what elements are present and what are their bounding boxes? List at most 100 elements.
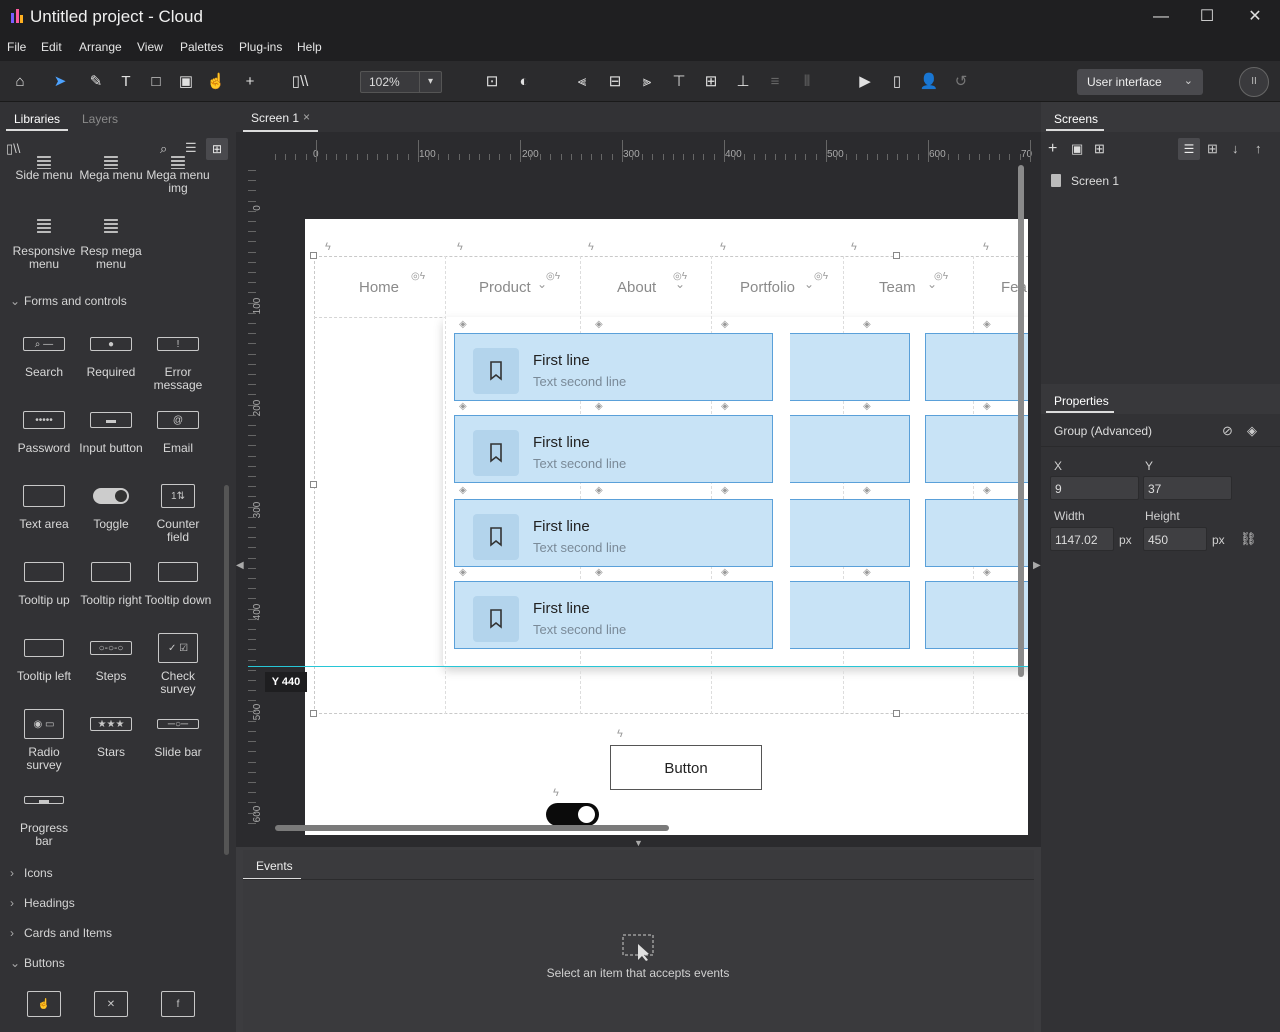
menu-file[interactable]: File <box>7 40 26 54</box>
tab-screen-1[interactable]: Screen 1 × <box>243 102 318 132</box>
add-folder-icon[interactable]: ⊞ <box>1094 141 1105 157</box>
avatar[interactable]: II <box>1239 67 1269 97</box>
list-item-column-3[interactable] <box>925 499 1028 567</box>
library-item[interactable]: ● Required <box>77 326 145 379</box>
home-icon[interactable]: ⌂ <box>8 70 32 94</box>
nav-about[interactable]: About <box>617 279 656 296</box>
align-center-icon[interactable]: ⊟ <box>603 70 627 94</box>
library-item[interactable]: Tooltip right <box>77 554 145 607</box>
height-field[interactable]: 450 <box>1143 527 1207 551</box>
rectangle-tool-icon[interactable]: □ <box>144 70 168 94</box>
menu-help[interactable]: Help <box>297 40 322 54</box>
list-item-column-2[interactable] <box>789 581 910 649</box>
section-buttons[interactable]: ⌄ Buttons <box>10 956 65 970</box>
mask-icon[interactable]: ◐ <box>512 70 536 94</box>
width-field[interactable]: 1147.02 <box>1050 527 1114 551</box>
library-item[interactable]: ••••• Password <box>10 402 78 455</box>
nav-team[interactable]: Team <box>879 279 916 296</box>
list-item[interactable]: First line Text second line <box>454 499 773 567</box>
library-item[interactable]: ◉ ▭ Radio survey <box>10 706 78 772</box>
align-middle-icon[interactable]: ⊞ <box>699 70 723 94</box>
list-view-icon[interactable]: ☰ <box>1178 138 1200 160</box>
close-button[interactable]: ✕ <box>1235 4 1275 29</box>
menu-view[interactable]: View <box>137 40 163 54</box>
library-item[interactable]: Toggle <box>77 478 145 531</box>
list-item-column-3[interactable] <box>925 333 1028 401</box>
image-tool-icon[interactable]: ▣ <box>174 70 198 94</box>
left-scrollbar[interactable] <box>224 485 229 855</box>
move-down-icon[interactable]: ↓ <box>1232 141 1239 156</box>
nav-product[interactable]: Product <box>479 279 531 296</box>
section-headings[interactable]: › Headings <box>10 896 75 910</box>
mode-select[interactable]: User interface ⌄ <box>1077 69 1203 95</box>
library-item[interactable]: ─○─ Slide bar <box>144 706 212 759</box>
list-item-column-3[interactable] <box>925 581 1028 649</box>
list-item[interactable]: First line Text second line <box>454 415 773 483</box>
pointer-tool-icon[interactable]: ➤ <box>48 70 72 94</box>
tab-events[interactable]: Events <box>243 852 301 880</box>
selection-handle[interactable] <box>310 252 317 259</box>
library-item[interactable]: ▬ Progress bar <box>10 782 78 848</box>
tab-layers[interactable]: Layers <box>82 112 118 126</box>
library-item[interactable]: Tooltip down <box>144 554 212 607</box>
selection-handle[interactable] <box>310 481 317 488</box>
artboard[interactable]: Button ϟ ϟ Home Product ⌄ About ⌄ Portfolio ⌄ T… <box>305 219 1028 835</box>
add-icon[interactable]: + <box>238 70 262 94</box>
collapse-events-icon[interactable]: ▼ <box>634 838 643 848</box>
visibility-off-icon[interactable]: ⊘ <box>1222 423 1233 439</box>
add-image-screen-icon[interactable]: ▣ <box>1071 141 1083 157</box>
library-item[interactable]: ★★★ Stars <box>77 706 145 759</box>
section-icons[interactable]: › Icons <box>10 866 53 880</box>
add-screen-icon[interactable]: + <box>1048 140 1057 158</box>
library-item[interactable]: ✕ <box>77 986 145 1032</box>
layers-icon[interactable]: ◈ <box>1247 423 1257 439</box>
tab-screens[interactable]: Screens <box>1054 112 1098 126</box>
menu-arrange[interactable]: Arrange <box>79 40 122 54</box>
list-item-column-2[interactable] <box>789 499 910 567</box>
hotspot-tool-icon[interactable]: ☝ <box>204 70 228 94</box>
library-item[interactable]: Tooltip left <box>10 630 78 683</box>
library-item[interactable]: Text area <box>10 478 78 531</box>
library-item[interactable]: ☝ <box>10 986 78 1032</box>
library-item[interactable]: ≣ Mega menu img <box>144 155 212 195</box>
selection-handle[interactable] <box>310 710 317 717</box>
mobile-preview-icon[interactable]: ▯ <box>885 70 909 94</box>
library-item[interactable]: Tooltip up <box>10 554 78 607</box>
library-item[interactable]: ≣ Side menu <box>10 155 78 182</box>
list-item[interactable]: First line Text second line <box>454 581 773 649</box>
list-item-column-3[interactable] <box>925 415 1028 483</box>
library-item[interactable]: ≣ Resp mega menu <box>77 205 145 271</box>
close-icon[interactable]: × <box>303 110 310 124</box>
grid-view-icon[interactable]: ⊞ <box>1207 141 1218 157</box>
library-item[interactable]: ✓ ☑ Check survey <box>144 630 212 696</box>
link-proportions-icon[interactable]: ⛓ <box>1240 531 1257 547</box>
move-up-icon[interactable]: ↑ <box>1255 141 1262 156</box>
list-item[interactable]: First line Text second line <box>454 333 773 401</box>
menu-edit[interactable]: Edit <box>41 40 62 54</box>
tab-libraries[interactable]: Libraries <box>14 112 60 126</box>
align-bottom-icon[interactable]: ⊥ <box>731 70 755 94</box>
menu-palettes[interactable]: Palettes <box>180 40 223 54</box>
selection-handle[interactable] <box>893 710 900 717</box>
toggle-element[interactable] <box>546 803 599 826</box>
maximize-button[interactable]: ☐ <box>1187 4 1227 29</box>
library-item[interactable]: ≣ Mega menu <box>77 155 145 182</box>
library-item[interactable]: f <box>144 986 212 1032</box>
library-item[interactable]: ! Error message <box>144 326 212 392</box>
play-icon[interactable]: ▶ <box>853 70 877 94</box>
y-field[interactable]: 37 <box>1143 476 1232 500</box>
nav-portfolio[interactable]: Portfolio <box>740 279 795 296</box>
align-top-icon[interactable]: ⊤ <box>667 70 691 94</box>
add-user-icon[interactable]: 👤 <box>917 70 941 94</box>
list-item-column-2[interactable] <box>789 333 910 401</box>
library-item[interactable]: 1⇅ Counter field <box>144 478 212 544</box>
minimize-button[interactable]: — <box>1141 4 1181 29</box>
library-item[interactable]: ▬ Input button <box>77 402 145 455</box>
library-item[interactable]: ⌕ — Search <box>10 326 78 379</box>
text-tool-icon[interactable]: T <box>114 70 138 94</box>
collapse-left-icon[interactable]: ◀ <box>236 560 244 571</box>
library-item[interactable]: ≣ Responsive menu <box>10 205 78 271</box>
zoom-select[interactable]: 102% ▾ <box>360 71 442 93</box>
collapse-right-icon[interactable]: ▶ <box>1033 560 1041 571</box>
pen-tool-icon[interactable]: ✎ <box>84 70 108 94</box>
